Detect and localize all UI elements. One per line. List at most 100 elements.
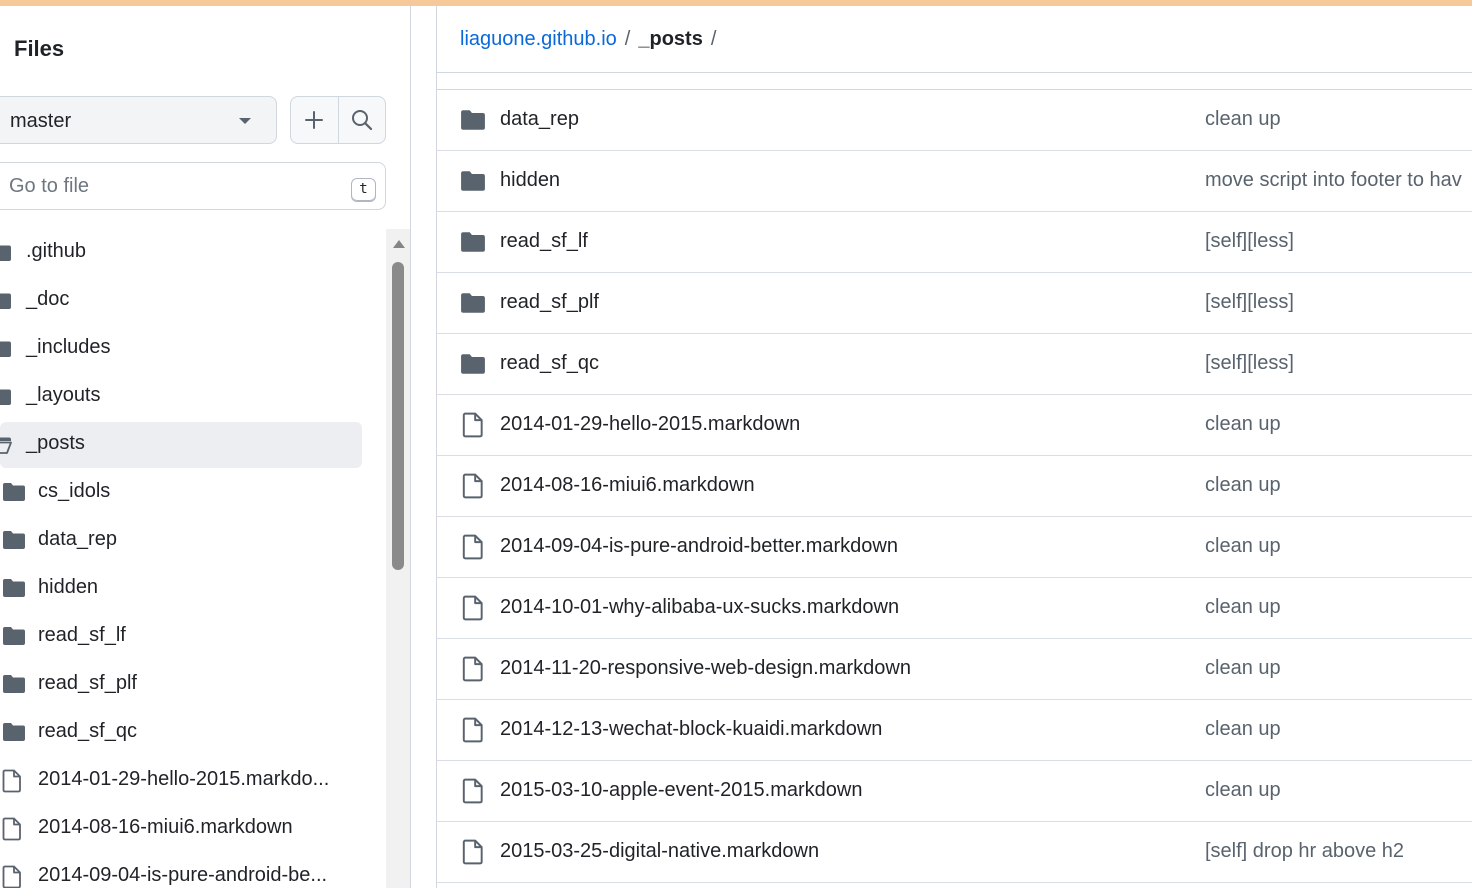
folder-icon [460,170,486,194]
commit-message-link[interactable]: clean up [1205,779,1281,802]
scroll-up-arrow-icon[interactable] [393,240,405,248]
folder-name-link[interactable]: read_sf_plf [500,291,599,314]
tree-item-label: 2014-01-29-hello-2015.markdo... [38,768,330,790]
tree-file-item[interactable]: 2014-01-29-hello-2015.markdo... [0,758,362,804]
tree-folder-item[interactable]: read_sf_lf [0,614,362,660]
tree-item-label: .github [26,240,87,262]
breadcrumb-current: _posts [638,28,703,50]
folder-icon [2,626,26,648]
file-icon [2,769,26,793]
tree-folder-item[interactable]: _layouts [0,374,362,420]
file-name-link[interactable]: 2015-03-10-apple-event-2015.markdown [500,779,862,802]
folder-name-link[interactable]: data_rep [500,108,579,131]
commit-message-link[interactable]: clean up [1205,657,1281,680]
tree-folder-item[interactable]: hidden [0,566,362,612]
tree-folder-item[interactable]: _posts [0,422,362,468]
file-name-link[interactable]: 2014-10-01-why-alibaba-ux-sucks.markdown [500,596,899,619]
branch-name: master [10,110,72,132]
tree-folder-item[interactable]: _doc [0,278,362,324]
folder-icon [460,231,486,255]
file-name-link[interactable]: 2014-12-13-wechat-block-kuaidi.markdown [500,718,882,741]
table-row: 2015-03-10-apple-event-2015.markdown clea… [437,761,1472,822]
folder-icon [2,674,26,696]
plus-icon [305,111,324,129]
folder-open-icon [0,434,12,456]
commit-message-link[interactable]: clean up [1205,535,1281,558]
go-to-file-input[interactable] [9,171,329,201]
table-row: read_sf_lf [self][less] [437,212,1472,273]
table-row: 2014-09-04-is-pure-android-better.markdo… [437,517,1472,578]
tree-item-label: data_rep [38,528,117,550]
tree-item-label: _doc [26,288,70,310]
folder-icon [2,722,26,744]
add-file-button[interactable] [291,97,338,143]
commit-message-link[interactable]: clean up [1205,474,1281,497]
tree-folder-item[interactable]: _includes [0,326,362,372]
file-name-link[interactable]: 2015-03-25-digital-native.markdown [500,840,819,863]
file-tree: .github _doc _includes _layouts _posts cs_ido… [0,228,386,888]
sidebar-title: Files [14,36,65,61]
file-name-link[interactable]: 2014-11-20-responsive-web-design.markdow… [500,657,911,680]
folder-icon [0,290,12,312]
go-to-file-field[interactable]: t [0,162,386,210]
breadcrumb-separator: / [624,28,631,50]
tree-file-item[interactable]: 2014-09-04-is-pure-android-be... [0,854,362,888]
tree-item-label: read_sf_qc [38,720,137,742]
sidebar-scroll-thumb[interactable] [392,262,404,570]
file-name-link[interactable]: 2014-01-29-hello-2015.markdown [500,413,800,436]
commit-message-link[interactable]: clean up [1205,596,1281,619]
tree-folder-item[interactable]: read_sf_qc [0,710,362,756]
commit-message-link[interactable]: clean up [1205,413,1281,436]
table-row: 2014-08-16-miui6.markdown clean up [437,456,1472,517]
commit-message-link[interactable]: [self] drop hr above h2 [1205,840,1404,863]
tree-file-item[interactable]: 2014-08-16-miui6.markdown [0,806,362,852]
tree-item-label: _posts [26,432,85,454]
commit-message-link[interactable]: [self][less] [1205,352,1294,375]
tree-folder-item[interactable]: cs_idols [0,470,362,516]
file-icon [462,595,488,621]
commit-message-link[interactable]: move script into footer to hav [1205,169,1462,192]
table-row: 2014-01-29-hello-2015.markdown clean up [437,395,1472,456]
file-icon [462,534,488,560]
file-icon [462,412,488,438]
directory-listing: liaguone.github.io / _posts / data_repcl… [437,6,1472,888]
tree-folder-item[interactable]: read_sf_plf [0,662,362,708]
branch-selector[interactable]: master [0,96,277,144]
commit-message-link[interactable]: [self][less] [1205,230,1294,253]
file-icon [2,865,26,888]
table-row: 2015-03-25-digital-native.markdown [self]… [437,822,1472,883]
table-row: 2014-10-01-why-alibaba-ux-sucks.markdown… [437,578,1472,639]
table-row: data_rep clean up [437,90,1472,151]
tree-folder-item[interactable]: .github [0,230,362,276]
tree-item-label: 2014-09-04-is-pure-android-be... [38,864,328,886]
commit-message-link[interactable]: [self][less] [1205,291,1294,314]
tree-item-label: 2014-08-16-miui6.markdown [38,816,293,838]
file-icon [2,817,26,841]
file-icon [462,717,488,743]
file-icon [462,778,488,804]
folder-icon [2,578,26,600]
folder-icon [0,338,12,360]
file-name-link[interactable]: 2014-09-04-is-pure-android-better.markdo… [500,535,898,558]
folder-name-link[interactable]: read_sf_lf [500,230,588,253]
shortcut-key: t [351,178,376,202]
folder-name-link[interactable]: read_sf_qc [500,352,599,375]
tree-item-label: _layouts [26,384,101,406]
breadcrumb-repo-link[interactable]: liaguone.github.io [460,28,617,51]
tree-item-label: read_sf_plf [38,672,137,694]
folder-name-link[interactable]: hidden [500,169,560,192]
tree-folder-item[interactable]: data_rep [0,518,362,564]
file-name-link[interactable]: 2014-08-16-miui6.markdown [500,474,755,497]
sidebar-actions [290,96,386,144]
tree-item-label: read_sf_lf [38,624,126,646]
folder-icon [460,292,486,316]
folder-icon [460,109,486,133]
sidebar-divider [410,6,411,888]
breadcrumb: liaguone.github.io / _posts / [460,28,724,51]
file-tree-sidebar: Files master t .github _doc _includes _layo… [0,6,411,888]
search-button[interactable] [337,97,385,143]
commit-message-link[interactable]: clean up [1205,108,1281,131]
folder-icon [0,242,12,264]
commit-message-link[interactable]: clean up [1205,718,1281,741]
file-icon [462,839,488,865]
